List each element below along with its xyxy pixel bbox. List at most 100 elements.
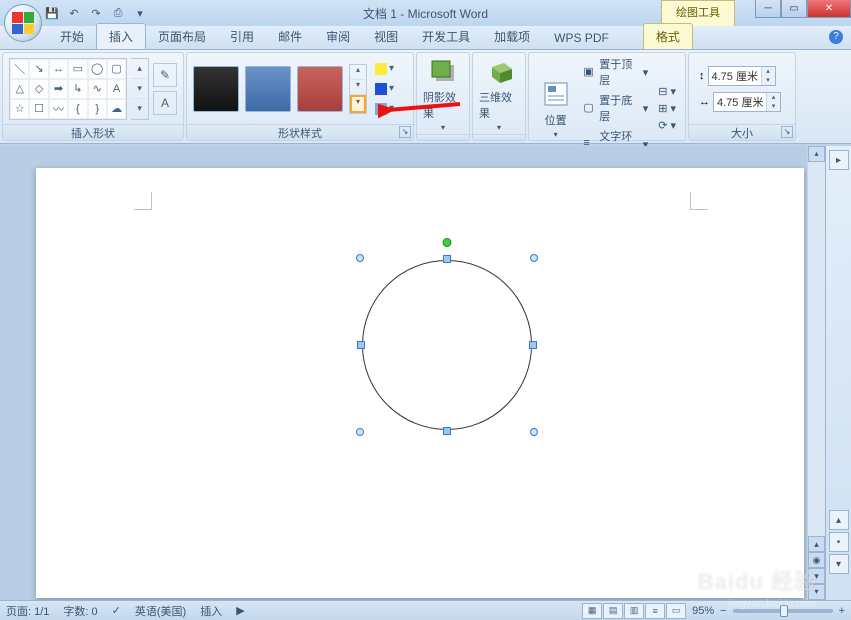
tab-view[interactable]: 视图 [362,24,410,49]
align-button[interactable]: ⊟▾ [655,84,679,99]
shape-brace-icon[interactable]: } [88,99,107,119]
office-button[interactable] [4,4,42,42]
shape-rect-icon[interactable]: ▭ [68,59,87,79]
shape-line-icon[interactable]: ＼ [10,59,29,79]
undo-icon[interactable]: ↶ [66,5,82,21]
handle-tr[interactable] [530,254,538,262]
handle-t[interactable] [443,255,451,263]
shape-elbow-icon[interactable]: ↳ [68,79,87,99]
zoom-slider[interactable] [733,609,833,613]
view-full-reading[interactable]: ▤ [603,603,623,619]
view-outline[interactable]: ≡ [645,603,665,619]
group-button[interactable]: ⊞▾ [655,101,679,116]
pane-nav-down[interactable]: ▾ [829,554,849,574]
print-icon[interactable]: ⎙ [110,5,126,21]
tab-wps-pdf[interactable]: WPS PDF [542,27,621,49]
status-proof-icon[interactable]: ✓ [112,604,121,617]
tab-developer[interactable]: 开发工具 [410,24,482,49]
width-input[interactable]: 4.75 厘米▴▾ [713,92,781,112]
handle-l[interactable] [357,341,365,349]
status-language[interactable]: 英语(美国) [135,603,186,619]
scroll-down-icon[interactable]: ▾ [808,584,825,600]
shape-diamond-icon[interactable]: ◇ [29,79,48,99]
tab-format[interactable]: 格式 [643,23,693,49]
pane-nav-mid[interactable]: • [829,532,849,552]
pane-toggle-button[interactable]: ▸ [829,150,849,170]
shape-freeform-icon[interactable]: 〰 [49,99,68,119]
vertical-scrollbar[interactable]: ▴ ▴ ◉ ▾ ▾ [807,146,825,600]
shape-star-icon[interactable]: ☆ [10,99,29,119]
maximize-button[interactable]: ▭ [781,0,807,18]
shape-arrow-icon[interactable]: ↘ [29,59,48,79]
shape-triangle-icon[interactable]: △ [10,79,29,99]
qat-more-icon[interactable]: ▾ [132,5,148,21]
shape-bracket-icon[interactable]: { [68,99,87,119]
handle-br[interactable] [530,428,538,436]
style-swatch-red[interactable] [297,66,343,112]
minimize-button[interactable]: ─ [755,0,781,18]
status-mode[interactable]: 插入 [200,603,222,619]
style-more-dropdown[interactable]: ▾ [350,95,366,113]
spin-down-icon[interactable]: ▾ [762,76,775,85]
tab-review[interactable]: 审阅 [314,24,362,49]
tab-mailings[interactable]: 邮件 [266,24,314,49]
rotation-handle[interactable] [443,238,452,247]
gallery-down-icon[interactable]: ▾ [131,79,148,99]
shape-outline-button[interactable]: ▾ [375,80,409,98]
tab-home[interactable]: 开始 [48,24,96,49]
position-button[interactable]: 位置▾ [535,78,576,139]
zoom-out-button[interactable]: − [720,605,726,617]
bring-to-front-button[interactable]: ▣置于顶层 ▾ [580,55,651,89]
view-web-layout[interactable]: ▥ [624,603,644,619]
close-button[interactable]: ✕ [807,0,851,18]
view-draft[interactable]: ▭ [666,603,686,619]
help-icon[interactable]: ? [829,30,843,44]
style-down-icon[interactable]: ▾ [350,80,366,95]
send-to-back-button[interactable]: ▢置于底层 ▾ [580,91,651,125]
shape-curve-icon[interactable]: ∿ [88,79,107,99]
tab-page-layout[interactable]: 页面布局 [146,24,218,49]
text-box-button[interactable]: A [153,91,177,115]
shapes-gallery[interactable]: ＼ ↘ ↔ ▭ ◯ ▢ △ ◇ ➡ ↳ ∿ A ☆ ☐ 〰 { } ☁ [9,58,127,120]
zoom-percent[interactable]: 95% [692,605,714,617]
handle-r[interactable] [529,341,537,349]
shape-cloud-icon[interactable]: ☁ [107,99,126,119]
rotate-button[interactable]: ⟳▾ [655,118,679,133]
gallery-more-icon[interactable]: ▾ [131,99,148,119]
tab-references[interactable]: 引用 [218,24,266,49]
shadow-effects-button[interactable]: 阴影效果▾ [423,55,463,132]
handle-b[interactable] [443,427,451,435]
zoom-thumb[interactable] [780,605,788,617]
style-up-icon[interactable]: ▴ [350,65,366,80]
gallery-up-icon[interactable]: ▴ [131,59,148,79]
change-shape-button[interactable]: ▾ [375,100,409,118]
tab-insert[interactable]: 插入 [96,23,146,49]
style-swatch-blue[interactable] [245,66,291,112]
spin-down-icon[interactable]: ▾ [767,102,780,111]
status-macro-icon[interactable]: ▶ [236,604,244,617]
scroll-up-icon[interactable]: ▴ [808,146,825,162]
spin-up-icon[interactable]: ▴ [762,67,775,76]
pane-nav-up[interactable]: ▴ [829,510,849,530]
style-swatch-black[interactable] [193,66,239,112]
shape-oval-icon[interactable]: ◯ [88,59,107,79]
status-page[interactable]: 页面: 1/1 [6,603,49,619]
save-icon[interactable]: 💾 [44,5,60,21]
page[interactable] [36,168,804,598]
shape-fill-button[interactable]: ▾ [375,60,409,78]
prev-page-icon[interactable]: ▴ [808,536,825,552]
tab-addins[interactable]: 加载项 [482,24,542,49]
shape-right-arrow-icon[interactable]: ➡ [49,79,68,99]
shape-callout-icon[interactable]: ☐ [29,99,48,119]
shape-text-icon[interactable]: A [107,79,126,99]
height-input[interactable]: 4.75 厘米▴▾ [708,66,776,86]
selected-oval-shape[interactable] [362,260,532,430]
zoom-in-button[interactable]: + [839,605,845,617]
spin-up-icon[interactable]: ▴ [767,93,780,102]
3d-effects-button[interactable]: 三维效果▾ [479,55,519,132]
handle-tl[interactable] [356,254,364,262]
size-dialog-launcher[interactable]: ↘ [781,126,793,138]
handle-bl[interactable] [356,428,364,436]
view-print-layout[interactable]: ▦ [582,603,602,619]
styles-dialog-launcher[interactable]: ↘ [399,126,411,138]
